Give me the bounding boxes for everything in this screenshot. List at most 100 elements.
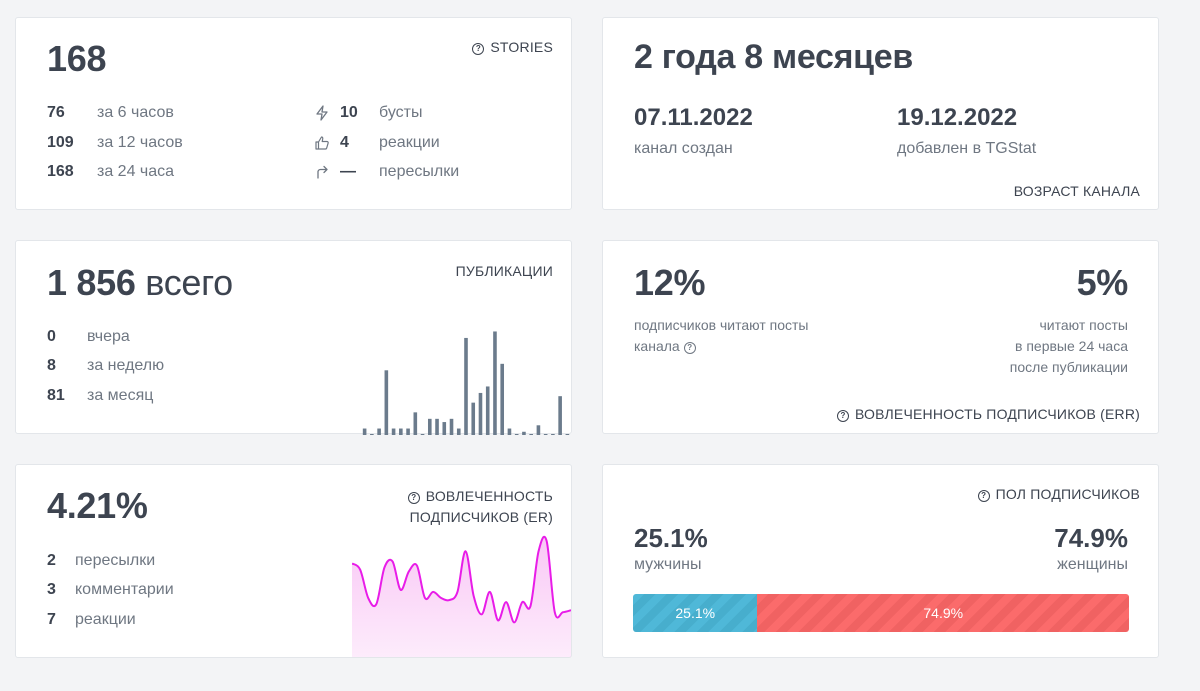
er-caption-line: ВОВЛЕЧЕННОСТЬ [425,488,553,504]
er-row-value: 7 [47,611,56,628]
channel-age-card: 2 года 8 месяцев 07.11.2022 канал создан… [602,17,1159,210]
err-left-value: 12% [634,262,706,303]
publications-row-value: 81 [47,387,65,404]
er-card: 4.21% ? ВОВЛЕЧЕННОСТЬ ПОДПИСЧИКОВ (ER) 2 … [15,464,572,658]
boosts-value: 10 [340,104,358,121]
publications-card: 1 856 всего ПУБЛИКАЦИИ 0 вчера 8 за неде… [15,240,572,435]
publications-bar[interactable] [399,428,403,435]
publications-bar[interactable] [464,337,468,435]
male-share-segment: 25.1% [633,594,758,632]
er-caption[interactable]: ? ВОВЛЕЧЕННОСТЬ ПОДПИСЧИКОВ (ER) [407,486,553,528]
err-caption-label: ВОВЛЕЧЕННОСТЬ ПОДПИСЧИКОВ (ERR) [854,406,1140,422]
publications-row-label: за неделю [87,357,165,374]
question-icon: ? [472,43,485,55]
stories-row-label: за 24 часа [97,163,175,180]
publications-bar[interactable] [522,431,526,435]
publications-bar[interactable] [435,418,439,435]
err-caption[interactable]: ? ВОВЛЕЧЕННОСТЬ ПОДПИСЧИКОВ (ERR) [836,406,1140,422]
publications-bar[interactable] [478,392,483,435]
publications-bar[interactable] [391,428,396,435]
created-label: канал создан [634,140,733,157]
publications-row-value: 8 [47,357,56,374]
publications-row-label: за месяц [87,387,154,404]
er-area-chart [352,535,571,657]
publications-bar[interactable] [471,402,476,435]
err-right-value: 5% [1076,262,1129,303]
publications-bar[interactable] [377,428,381,435]
stories-row-label: за 12 часов [97,134,183,151]
gender-caption[interactable]: ? ПОЛ ПОДПИСЧИКОВ [977,486,1140,502]
publications-bar[interactable] [427,418,432,435]
err-left-text-line: канала [634,338,680,354]
publications-bar[interactable] [413,412,418,435]
stories-row-label: за 6 часов [97,104,174,121]
forwards-label: пересылки [379,163,460,180]
channel-age-caption: ВОЗРАСТ КАНАЛА [1013,183,1140,199]
female-share-segment: 74.9% [757,594,1129,632]
stories-total: 168 [47,38,107,79]
publications-bar[interactable] [485,386,490,435]
bolt-icon [316,105,328,121]
publications-total-number: 1 856 [47,262,136,303]
publications-bar[interactable] [493,331,497,435]
stories-caption[interactable]: ? STORIES [472,39,553,55]
publications-bar[interactable] [456,428,461,435]
err-left-text: подписчиков читают посты канала? [634,315,808,357]
gender-share-bar: 25.1% 74.9% [633,594,1129,632]
stories-caption-label: STORIES [490,39,553,55]
publications-bar[interactable] [507,428,512,435]
err-left-text-line: подписчиков читают посты [634,317,809,333]
publications-bar [543,434,548,435]
question-icon[interactable]: ? [683,342,696,354]
added-label: добавлен в TGStat [897,140,1037,157]
female-label: женщины [1057,556,1128,573]
thumbs-up-icon [315,136,329,150]
male-label: мужчины [634,556,702,573]
publications-bar[interactable] [406,428,410,435]
stories-card: 168 ? STORIES 76 за 6 часов 109 за 12 час… [15,17,572,210]
err-card: 12% подписчиков читают посты канала? 5% … [602,240,1159,434]
publications-bar-chart [362,331,570,435]
stories-row: 76 [47,104,65,121]
stories-row: 168 [47,163,74,180]
publications-bar[interactable] [558,396,562,435]
channel-age-title: 2 года 8 месяцев [634,38,913,76]
er-row-value: 3 [47,581,56,598]
question-icon: ? [836,410,849,422]
publications-bar[interactable] [500,363,505,435]
publications-bar[interactable] [449,418,454,435]
publications-bar [514,434,519,435]
er-row-label: реакции [75,611,136,628]
question-icon: ? [977,490,990,502]
er-row-label: пересылки [75,552,156,569]
err-right-text-line: после публикации [1009,359,1128,375]
gender-card: ? ПОЛ ПОДПИСЧИКОВ 25.1% мужчины 74.9% жен… [602,464,1159,658]
publications-caption: ПУБЛИКАЦИИ [455,263,553,279]
gender-caption-label: ПОЛ ПОДПИСЧИКОВ [995,486,1140,502]
publications-row-label: вчера [87,328,130,345]
boosts-label: бусты [379,104,423,121]
reactions-value: 4 [340,134,349,151]
female-value: 74.9% [1054,523,1128,553]
added-date: 19.12.2022 [897,104,1018,131]
publications-total-suffix: всего [145,262,233,303]
er-value: 4.21% [47,485,148,526]
publications-bar[interactable] [362,428,367,435]
publications-row-value: 0 [47,328,56,345]
created-date: 07.11.2022 [634,104,753,131]
err-right-text-line: в первые 24 часа [1015,338,1128,354]
er-caption-line: ПОДПИСЧИКОВ (ER) [409,509,553,525]
question-icon: ? [407,492,420,504]
er-row-value: 2 [47,552,56,569]
publications-bar [370,434,374,435]
err-right-text-line: читают посты [1039,317,1129,333]
publications-bar[interactable] [536,425,541,435]
er-row-label: комментарии [75,581,174,598]
reactions-label: реакции [379,134,440,151]
publications-bar [420,434,425,435]
publications-bar[interactable] [442,422,447,435]
publications-bar [551,434,555,435]
share-arrow-icon [317,165,328,179]
publications-bar[interactable] [384,370,389,435]
male-value: 25.1% [634,523,708,553]
